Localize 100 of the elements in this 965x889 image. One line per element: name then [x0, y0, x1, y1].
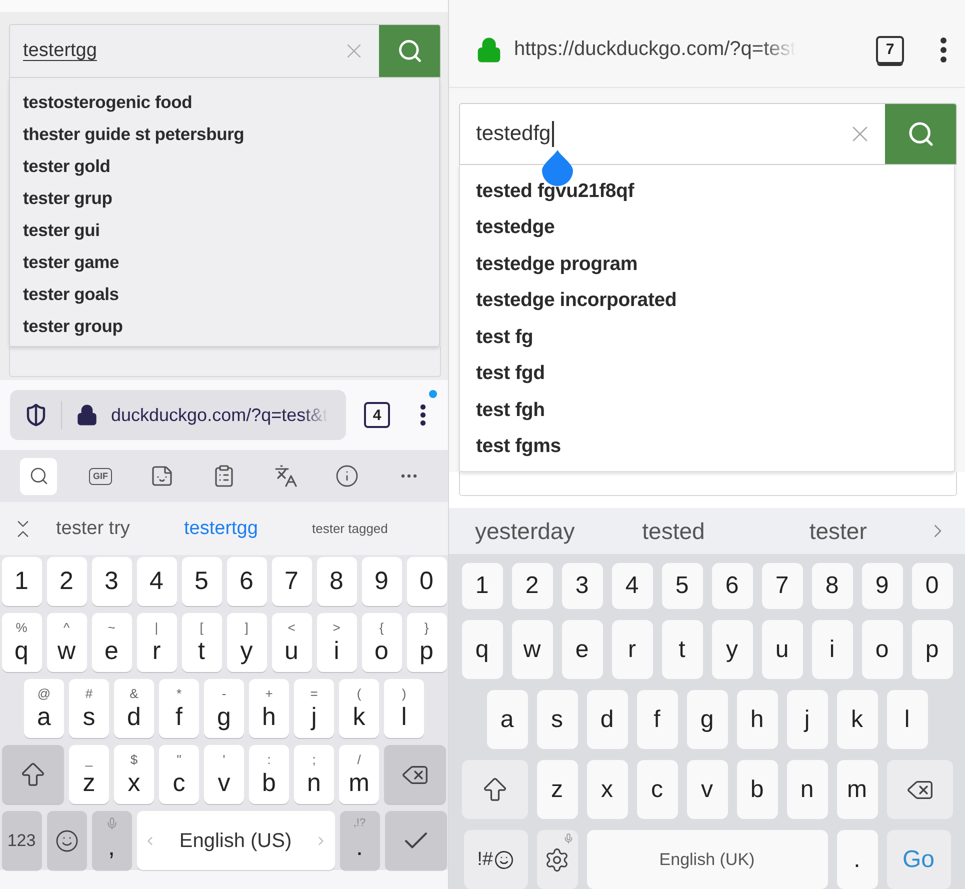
keyboard-key[interactable]: : b [249, 745, 289, 804]
keyboard-key[interactable]: o [862, 620, 902, 679]
keyboard-key[interactable]: v [686, 760, 728, 819]
keyboard-key[interactable]: 1 [462, 563, 502, 609]
suggestion-item[interactable]: tester gui [10, 214, 439, 246]
word-suggestion[interactable]: tester try [56, 518, 184, 540]
keyboard-key[interactable]: 7 [272, 557, 312, 606]
keyboard-key[interactable]: * f [159, 679, 199, 738]
space-key[interactable]: English (UK) [586, 830, 828, 889]
keyboard-key[interactable]: 0 [406, 557, 446, 606]
keyboard-key[interactable]: s [536, 690, 578, 749]
keyboard-key[interactable]: ~ e [92, 613, 132, 672]
keyboard-key[interactable]: 8 [812, 563, 852, 609]
keyboard-key[interactable]: & d [114, 679, 154, 738]
suggestion-item[interactable]: tester gold [10, 150, 439, 182]
keyboard-key[interactable]: 4 [136, 557, 176, 606]
suggestion-item[interactable]: testedge [460, 210, 954, 246]
word-suggestion[interactable]: testertgg [184, 518, 312, 540]
keyboard-key[interactable]: q [462, 620, 502, 679]
keyboard-key[interactable]: c [636, 760, 678, 819]
keyboard-key[interactable]: ; n [294, 745, 334, 804]
keyboard-key[interactable]: + h [249, 679, 289, 738]
toolbar-button[interactable] [20, 458, 58, 494]
keyboard-key[interactable]: < u [272, 613, 312, 672]
keyboard-key[interactable]: h [736, 690, 778, 749]
keyboard-key[interactable]: a [486, 690, 528, 749]
suggestion-item[interactable]: tester game [10, 246, 439, 278]
shift-key[interactable] [2, 745, 64, 804]
suggestion-item[interactable]: tester goals [10, 278, 439, 310]
suggestion-item[interactable]: testosterogenic food [10, 86, 439, 118]
keyboard-key[interactable]: p [912, 620, 952, 679]
keyboard-key[interactable]: _ z [69, 745, 109, 804]
keyboard-key[interactable]: 8 [316, 557, 356, 606]
keyboard-key[interactable]: f [636, 690, 678, 749]
keyboard-key[interactable]: 4 [612, 563, 652, 609]
keyboard-key[interactable]: . [836, 830, 878, 889]
keyboard-key[interactable]: m [836, 760, 878, 819]
backspace-key[interactable] [886, 760, 952, 819]
keyboard-key[interactable]: 9 [862, 563, 902, 609]
keyboard-key[interactable]: 9 [362, 557, 402, 606]
suggestion-item[interactable]: test fgms [460, 428, 954, 465]
word-suggestion[interactable]: tester [809, 518, 928, 544]
keyboard-key[interactable]: = j [294, 679, 334, 738]
keyboard-key[interactable]: ^ w [46, 613, 86, 672]
keyboard-key[interactable]: # s [69, 679, 109, 738]
keyboard-key[interactable]: 5 [182, 557, 222, 606]
keyboard-key[interactable]: x [586, 760, 628, 819]
menu-icon[interactable] [940, 36, 947, 62]
keyboard-key[interactable]: l [886, 690, 928, 749]
keyboard-key[interactable]: 0 [912, 563, 952, 609]
keyboard-key[interactable]: { o [362, 613, 402, 672]
keyboard-key[interactable]: 5 [662, 563, 702, 609]
keyboard-key[interactable]: 2 [46, 557, 86, 606]
emoji-key[interactable] [46, 811, 86, 870]
tab-count-button[interactable]: 4 [364, 402, 390, 428]
keyboard-key[interactable]: % q [2, 613, 42, 672]
suggestion-item[interactable]: testedge incorporated [460, 282, 954, 319]
url-text[interactable]: https://duckduckgo.com/?q=test [514, 38, 796, 61]
keyboard-key[interactable]: 6 [226, 557, 266, 606]
keyboard-key[interactable]: !# [464, 830, 528, 889]
suggestion-item[interactable]: testedge program [460, 246, 954, 282]
keyboard-key[interactable]: | r [136, 613, 176, 672]
keyboard-key[interactable]: ) l [384, 679, 424, 738]
keyboard-key[interactable]: ,!? . [340, 811, 380, 870]
menu-button[interactable] [420, 404, 426, 426]
keyboard-key[interactable]: - g [204, 679, 244, 738]
keyboard-key[interactable]: k [836, 690, 878, 749]
settings-key[interactable] [536, 830, 578, 889]
keyboard-key[interactable]: 3 [92, 557, 132, 606]
keyboard-key[interactable]: $ x [114, 745, 154, 804]
backspace-key[interactable] [384, 745, 446, 804]
keyboard-key[interactable]: t [662, 620, 702, 679]
keyboard-key[interactable]: " c [159, 745, 199, 804]
keyboard-key[interactable]: > i [316, 613, 356, 672]
keyboard-key[interactable]: 6 [712, 563, 752, 609]
keyboard-key[interactable]: [ t [182, 613, 222, 672]
keyboard-key[interactable]: @ a [24, 679, 64, 738]
suggestion-item[interactable]: tester grup [10, 182, 439, 214]
keyboard-key[interactable]: ' v [204, 745, 244, 804]
keyboard-key[interactable]: z [536, 760, 578, 819]
word-suggestion[interactable]: tester tagged [312, 521, 422, 536]
keyboard-key[interactable]: r [612, 620, 652, 679]
keyboard-key[interactable]: b [736, 760, 778, 819]
keyboard-key[interactable]: 3 [562, 563, 602, 609]
suggestion-item[interactable]: test fgd [460, 356, 954, 392]
keyboard-key[interactable]: 123 [2, 811, 42, 870]
tab-count-button[interactable]: 7 [876, 36, 904, 64]
keyboard-key[interactable]: u [762, 620, 802, 679]
keyboard-key[interactable]: j [786, 690, 828, 749]
suggestion-item[interactable]: test fgh [460, 392, 954, 428]
suggestion-item[interactable]: test fg [460, 319, 954, 356]
keyboard-key[interactable]: } p [406, 613, 446, 672]
keyboard-key[interactable]: y [712, 620, 752, 679]
suggestion-item[interactable]: tester group [10, 310, 439, 342]
keyboard-key[interactable]: 2 [512, 563, 552, 609]
word-suggestion[interactable]: tested [642, 518, 810, 544]
word-suggestion[interactable]: yesterday [475, 518, 642, 544]
shift-key[interactable] [462, 760, 528, 819]
keyboard-key[interactable]: 1 [2, 557, 42, 606]
keyboard-key[interactable]: g [686, 690, 728, 749]
